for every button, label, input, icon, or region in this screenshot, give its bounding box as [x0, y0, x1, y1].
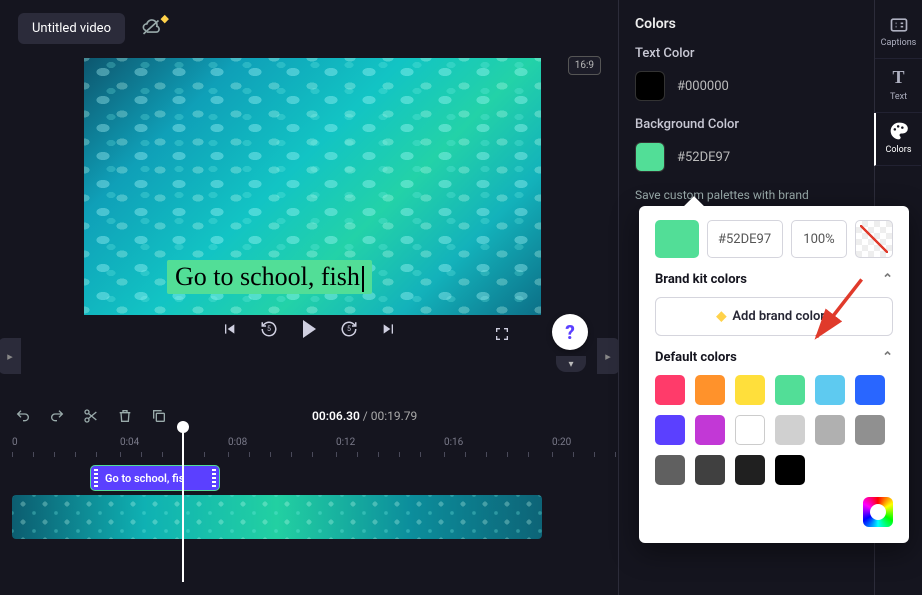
project-title[interactable]: Untitled video	[18, 13, 125, 44]
background-color-swatch[interactable]	[635, 142, 665, 172]
ruler-tick: 0:04	[120, 437, 139, 448]
color-chip[interactable]	[655, 415, 685, 445]
default-color-palette	[655, 375, 893, 485]
fullscreen-icon[interactable]	[494, 326, 510, 346]
ruler-tick: 0:16	[444, 437, 463, 448]
undo-icon[interactable]	[14, 407, 32, 425]
color-chip[interactable]	[815, 375, 845, 405]
skip-end-icon[interactable]	[380, 320, 398, 338]
color-chip[interactable]	[735, 375, 765, 405]
aspect-ratio-badge[interactable]: 16:9	[568, 56, 601, 75]
split-icon[interactable]	[82, 407, 100, 425]
timecode-display: 00:06.30 / 00:19.79	[312, 409, 417, 423]
color-chip[interactable]	[735, 415, 765, 445]
duplicate-icon[interactable]	[150, 407, 168, 425]
color-chip[interactable]	[815, 415, 845, 445]
background-color-label: Background Color	[635, 117, 858, 132]
color-chip[interactable]	[775, 415, 805, 445]
help-button[interactable]: ?	[552, 314, 588, 350]
no-color-icon[interactable]	[855, 220, 893, 258]
custom-color-picker-icon[interactable]	[863, 497, 893, 527]
color-chip[interactable]	[655, 455, 685, 485]
tab-captions[interactable]: Captions	[875, 8, 922, 59]
redo-icon[interactable]	[48, 407, 66, 425]
rewind-5-icon[interactable]: 5	[260, 320, 278, 338]
video-canvas[interactable]: Go to school, fish	[84, 58, 541, 315]
panel-expand-left[interactable]: ▸	[0, 338, 21, 374]
text-color-hex: #000000	[677, 79, 729, 94]
current-color-swatch[interactable]	[655, 220, 699, 258]
skip-start-icon[interactable]	[220, 320, 238, 338]
collapse-preview-icon[interactable]: ▾	[556, 356, 586, 372]
color-chip[interactable]	[775, 455, 805, 485]
opacity-input[interactable]: 100%	[791, 220, 847, 258]
ruler-tick: 0:12	[336, 437, 355, 448]
chevron-up-icon[interactable]: ⌃	[882, 272, 893, 287]
color-chip[interactable]	[735, 455, 765, 485]
ruler-tick: 0:08	[228, 437, 247, 448]
brand-palette-note: Save custom palettes with brand	[635, 188, 858, 202]
tab-colors[interactable]: Colors	[874, 113, 921, 166]
color-chip[interactable]	[775, 375, 805, 405]
playhead[interactable]	[182, 427, 184, 582]
ruler-tick: 0:20	[552, 437, 571, 448]
caption-text-editor[interactable]: Go to school, fish	[167, 260, 372, 294]
play-button[interactable]	[300, 320, 318, 338]
delete-icon[interactable]	[116, 407, 134, 425]
ruler-tick: 0	[12, 437, 18, 448]
color-chip[interactable]	[855, 415, 885, 445]
cloud-sync-off-icon[interactable]: ◆	[139, 19, 163, 37]
color-chip[interactable]	[695, 415, 725, 445]
text-color-swatch[interactable]	[635, 71, 665, 101]
tab-text[interactable]: T Text	[875, 59, 922, 113]
color-chip[interactable]	[655, 375, 685, 405]
background-color-hex: #52DE97	[677, 150, 730, 165]
color-chip[interactable]	[695, 455, 725, 485]
color-picker-popover: #52DE97 100% Brand kit colors ⌃ ◆ Add br…	[639, 206, 909, 543]
panel-title: Colors	[635, 16, 858, 32]
panel-expand-right[interactable]: ▸	[597, 338, 619, 374]
video-clip[interactable]	[12, 495, 542, 539]
chevron-up-icon[interactable]: ⌃	[882, 350, 893, 365]
text-color-label: Text Color	[635, 46, 858, 61]
premium-icon: ◆	[161, 12, 169, 25]
brand-colors-heading: Brand kit colors	[655, 272, 747, 287]
color-chip[interactable]	[855, 375, 885, 405]
default-colors-heading: Default colors	[655, 350, 737, 365]
forward-5-icon[interactable]: 5	[340, 320, 358, 338]
hex-input[interactable]: #52DE97	[707, 220, 783, 258]
caption-clip[interactable]: Go to school, fis	[90, 465, 220, 491]
premium-icon: ◆	[716, 309, 726, 324]
color-chip[interactable]	[695, 375, 725, 405]
